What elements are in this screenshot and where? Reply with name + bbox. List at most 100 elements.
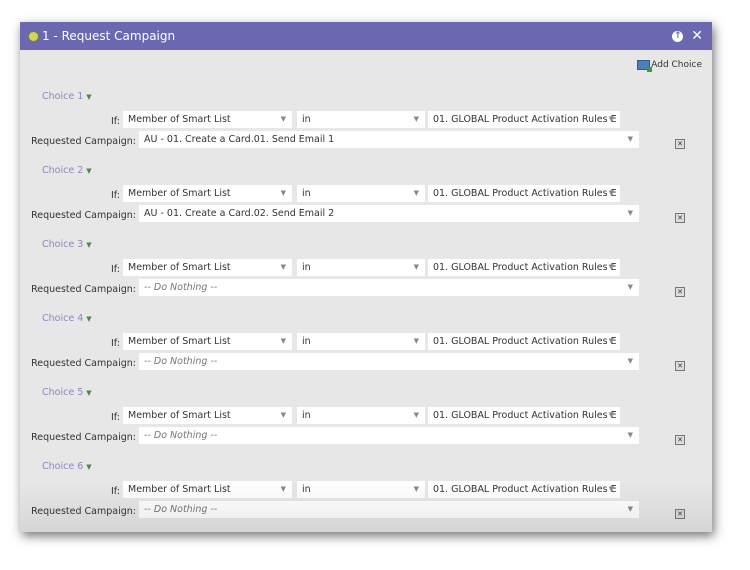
chevron-down-icon: ▼	[280, 115, 286, 123]
condition-field-select[interactable]: Member of Smart List ▼	[123, 407, 292, 424]
condition-field-select[interactable]: Member of Smart List ▼	[123, 111, 292, 128]
select-value: in	[302, 262, 311, 273]
select-value: -- Do Nothing --	[144, 430, 218, 441]
if-label: If:	[110, 412, 120, 423]
smart-list-select[interactable]: 01. GLOBAL Product Activation Rules E ▼	[428, 333, 620, 350]
choice-label-text: Choice 3	[42, 239, 84, 250]
add-choice-label: Add Choice	[651, 60, 702, 70]
select-value: Member of Smart List	[128, 484, 231, 495]
condition-field-select[interactable]: Member of Smart List ▼	[123, 481, 292, 498]
select-value: Member of Smart List	[128, 336, 231, 347]
if-label: If:	[110, 338, 120, 349]
chevron-down-icon: ▼	[608, 189, 614, 197]
choice-label-text: Choice 6	[42, 461, 84, 472]
request-campaign-dialog: 1 - Request Campaign ↑ ✕ Add Choice Choi…	[20, 22, 712, 532]
choice-label[interactable]: Choice 3 ▼	[42, 239, 92, 250]
chevron-down-icon: ▼	[280, 263, 286, 271]
chevron-down-icon: ▼	[608, 115, 614, 123]
requested-campaign-label: Requested Campaign:	[31, 506, 136, 517]
remove-choice-icon[interactable]: ✕	[675, 139, 685, 149]
close-icon[interactable]: ✕	[691, 29, 703, 43]
requested-campaign-label: Requested Campaign:	[31, 284, 136, 295]
chevron-down-icon: ▼	[627, 357, 633, 365]
select-value: in	[302, 336, 311, 347]
select-value: 01. GLOBAL Product Activation Rules E	[433, 410, 617, 421]
choice-label[interactable]: Choice 5 ▼	[42, 387, 92, 398]
requested-campaign-select[interactable]: -- Do Nothing -- ▼	[139, 279, 639, 296]
remove-choice-icon[interactable]: ✕	[675, 509, 685, 519]
remove-choice-icon[interactable]: ✕	[675, 287, 685, 297]
smart-list-select[interactable]: 01. GLOBAL Product Activation Rules E ▼	[428, 259, 620, 276]
select-value: in	[302, 410, 311, 421]
chevron-down-icon: ▼	[608, 411, 614, 419]
chevron-down-icon: ▼	[280, 189, 286, 197]
condition-field-select[interactable]: Member of Smart List ▼	[123, 259, 292, 276]
operator-select[interactable]: in ▼	[297, 481, 425, 498]
select-value: -- Do Nothing --	[144, 356, 218, 367]
chevron-down-icon: ▼	[86, 241, 92, 249]
choice-label[interactable]: Choice 4 ▼	[42, 313, 92, 324]
select-value: 01. GLOBAL Product Activation Rules E	[433, 484, 617, 495]
chevron-down-icon: ▼	[280, 485, 286, 493]
chevron-down-icon: ▼	[627, 431, 633, 439]
chevron-down-icon: ▼	[608, 263, 614, 271]
choice-block: Choice 4 ▼ If: Member of Smart List ▼ in ▼…	[20, 313, 712, 387]
add-choice-button[interactable]: Add Choice	[637, 60, 702, 72]
chevron-down-icon: ▼	[627, 209, 633, 217]
chevron-down-icon: ▼	[86, 389, 92, 397]
operator-select[interactable]: in ▼	[297, 111, 425, 128]
select-value: in	[302, 484, 311, 495]
smart-list-select[interactable]: 01. GLOBAL Product Activation Rules E ▼	[428, 481, 620, 498]
condition-field-select[interactable]: Member of Smart List ▼	[123, 185, 292, 202]
chevron-down-icon: ▼	[627, 135, 633, 143]
choice-label[interactable]: Choice 2 ▼	[42, 165, 92, 176]
remove-choice-icon[interactable]: ✕	[675, 435, 685, 445]
remove-choice-icon[interactable]: ✕	[675, 213, 685, 223]
choice-label[interactable]: Choice 6 ▼	[42, 461, 92, 472]
select-value: 01. GLOBAL Product Activation Rules E	[433, 188, 617, 199]
requested-campaign-select[interactable]: AU - 01. Create a Card.01. Send Email 1 ▼	[139, 131, 639, 148]
chevron-down-icon: ▼	[280, 411, 286, 419]
operator-select[interactable]: in ▼	[297, 333, 425, 350]
chevron-down-icon: ▼	[86, 463, 92, 471]
chevron-down-icon: ▼	[413, 337, 419, 345]
collapse-up-icon[interactable]: ↑	[672, 30, 684, 42]
select-value: AU - 01. Create a Card.01. Send Email 1	[144, 134, 335, 145]
select-value: Member of Smart List	[128, 188, 231, 199]
lightbulb-icon	[29, 31, 38, 41]
choice-label-text: Choice 5	[42, 387, 84, 398]
chevron-down-icon: ▼	[86, 93, 92, 101]
select-value: 01. GLOBAL Product Activation Rules E	[433, 262, 617, 273]
choice-label-text: Choice 4	[42, 313, 84, 324]
chevron-down-icon: ▼	[413, 485, 419, 493]
operator-select[interactable]: in ▼	[297, 259, 425, 276]
chevron-down-icon: ▼	[413, 411, 419, 419]
choice-block: Choice 3 ▼ If: Member of Smart List ▼ in ▼…	[20, 239, 712, 313]
operator-select[interactable]: in ▼	[297, 185, 425, 202]
condition-field-select[interactable]: Member of Smart List ▼	[123, 333, 292, 350]
choice-block: Choice 2 ▼ If: Member of Smart List ▼ in ▼…	[20, 165, 712, 239]
choice-label[interactable]: Choice 1 ▼	[42, 91, 92, 102]
chevron-down-icon: ▼	[86, 315, 92, 323]
dialog-header: 1 - Request Campaign ↑ ✕	[20, 22, 712, 50]
if-label: If:	[110, 486, 120, 497]
chevron-down-icon: ▼	[86, 167, 92, 175]
requested-campaign-select[interactable]: AU - 01. Create a Card.02. Send Email 2 ▼	[139, 205, 639, 222]
smart-list-select[interactable]: 01. GLOBAL Product Activation Rules E ▼	[428, 111, 620, 128]
select-value: -- Do Nothing --	[144, 282, 218, 293]
chevron-down-icon: ▼	[608, 337, 614, 345]
select-value: AU - 01. Create a Card.02. Send Email 2	[144, 208, 335, 219]
if-label: If:	[110, 190, 120, 201]
smart-list-select[interactable]: 01. GLOBAL Product Activation Rules E ▼	[428, 407, 620, 424]
choice-block: Choice 5 ▼ If: Member of Smart List ▼ in ▼…	[20, 387, 712, 461]
remove-choice-icon[interactable]: ✕	[675, 361, 685, 371]
requested-campaign-select[interactable]: -- Do Nothing -- ▼	[139, 427, 639, 444]
chevron-down-icon: ▼	[627, 505, 633, 513]
requested-campaign-label: Requested Campaign:	[31, 210, 136, 221]
requested-campaign-select[interactable]: -- Do Nothing -- ▼	[139, 353, 639, 370]
operator-select[interactable]: in ▼	[297, 407, 425, 424]
requested-campaign-select[interactable]: -- Do Nothing -- ▼	[139, 501, 639, 518]
chevron-down-icon: ▼	[413, 189, 419, 197]
requested-campaign-label: Requested Campaign:	[31, 432, 136, 443]
smart-list-select[interactable]: 01. GLOBAL Product Activation Rules E ▼	[428, 185, 620, 202]
